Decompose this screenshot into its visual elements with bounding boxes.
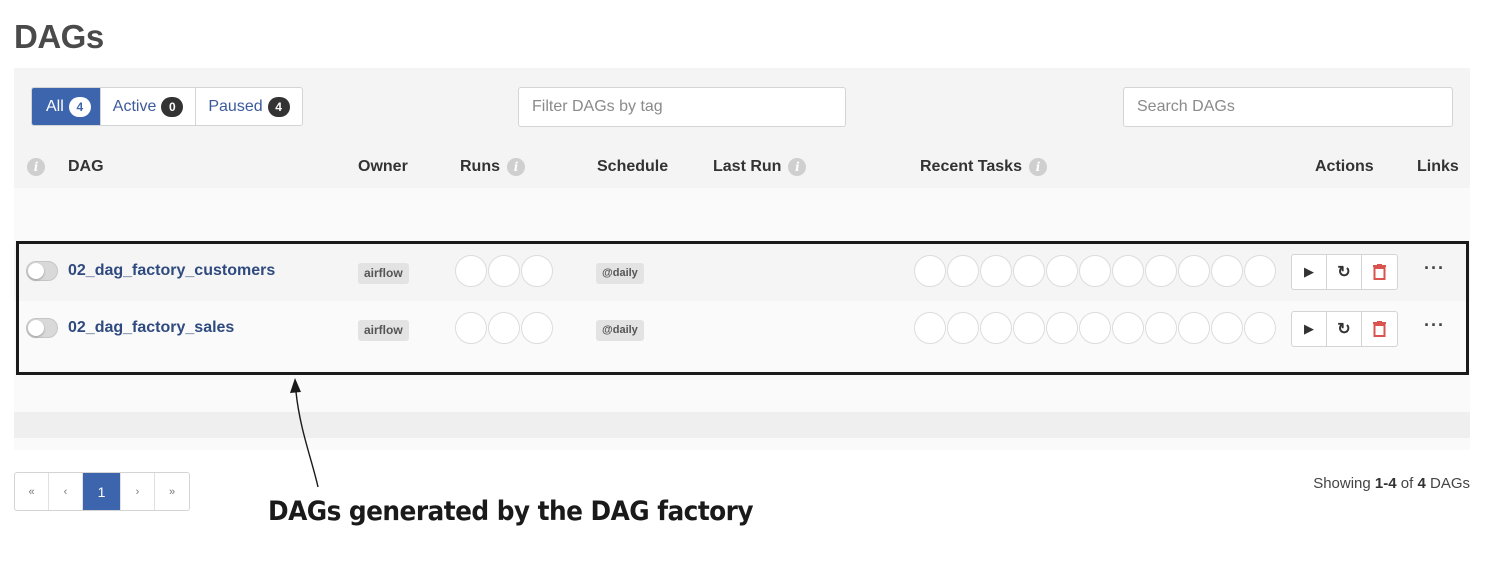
row-stripe	[14, 412, 1470, 438]
header-schedule: Schedule	[597, 158, 669, 175]
header-runs: Runs i	[460, 158, 525, 176]
search-dags-input[interactable]	[1123, 87, 1453, 127]
tab-all-label: All	[46, 97, 64, 115]
status-filter-tabs: All 4 Active 0 Paused 4	[31, 87, 303, 126]
page-title: DAGs	[14, 18, 104, 55]
tab-active[interactable]: Active 0	[101, 88, 197, 125]
next-page-button[interactable]: ›	[121, 473, 155, 510]
header-recent-tasks-label: Recent Tasks	[920, 158, 1022, 175]
first-page-button[interactable]: «	[15, 473, 49, 510]
header-actions: Actions	[1315, 158, 1374, 175]
tab-all[interactable]: All 4	[32, 88, 101, 125]
summary-total: 4	[1417, 475, 1426, 492]
tab-paused[interactable]: Paused 4	[196, 88, 301, 125]
header-last-run: Last Run i	[713, 158, 807, 176]
tab-active-count-badge: 0	[161, 96, 184, 117]
info-icon: i	[788, 158, 807, 176]
tab-paused-count-badge: 4	[267, 96, 290, 117]
tab-all-count-badge: 4	[68, 96, 91, 117]
showing-summary: Showing 1-4 of 4 DAGs	[1313, 475, 1470, 492]
annotation-highlight-box	[16, 241, 1469, 375]
info-icon: i	[1028, 158, 1047, 176]
header-recent-tasks: Recent Tasks i	[920, 158, 1047, 176]
tab-paused-label: Paused	[208, 97, 263, 115]
header-owner-label: Owner	[358, 158, 408, 175]
prev-page-button[interactable]: ‹	[49, 473, 83, 510]
header-owner[interactable]: Owner	[358, 158, 408, 176]
tag-filter-input[interactable]	[518, 87, 846, 127]
header-last-run-label: Last Run	[713, 158, 782, 175]
summary-prefix: Showing	[1313, 475, 1375, 492]
header-links: Links	[1417, 158, 1459, 175]
page-1-button[interactable]: 1	[83, 473, 121, 510]
summary-range: 1-4	[1374, 475, 1397, 492]
info-icon: i	[507, 158, 525, 176]
info-icon: i	[27, 158, 45, 176]
summary-suffix: DAGs	[1425, 475, 1470, 492]
last-page-button[interactable]: »	[155, 473, 189, 510]
summary-of: of	[1396, 475, 1418, 492]
tab-active-label: Active	[112, 97, 157, 115]
header-runs-label: Runs	[460, 158, 500, 175]
pagination: « ‹ 1 › »	[14, 472, 190, 511]
header-info: i	[27, 158, 45, 176]
header-dag[interactable]: DAG	[68, 158, 104, 176]
annotation-caption: DAGs generated by the DAG factory	[268, 496, 754, 527]
